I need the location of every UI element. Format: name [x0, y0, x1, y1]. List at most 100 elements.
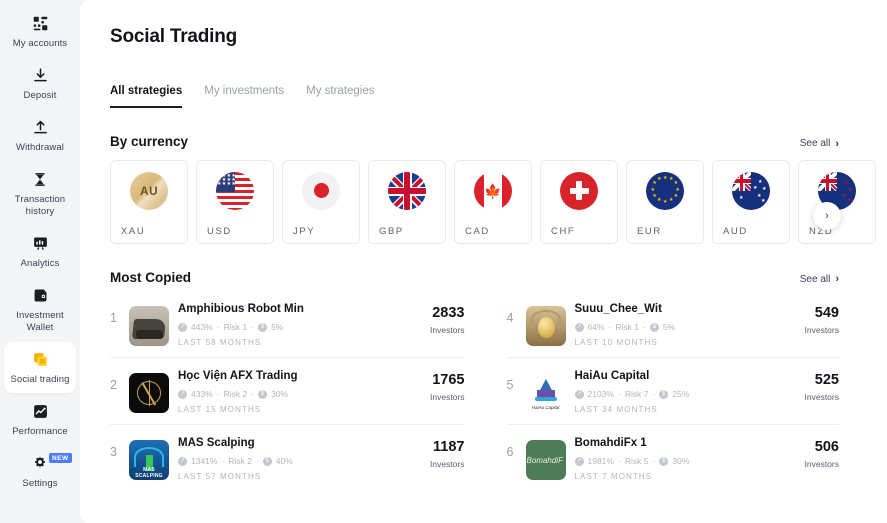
tab-my-strategies[interactable]: My strategies	[306, 85, 374, 108]
sidebar-item-label: Transaction history	[6, 194, 74, 218]
european-union-flag-icon: ★ ★ ★ ★ ★ ★ ★ ★ ★ ★ ★ ★	[646, 172, 684, 210]
separator: ·	[652, 389, 655, 399]
currency-code: AUD	[713, 226, 748, 237]
strategy-fee: 5%	[271, 322, 283, 332]
strategy-row[interactable]: 1 Amphibious Robot Min ↗ 443% · Risk 1	[110, 291, 465, 358]
strategy-name: Học Viện AFX Trading	[178, 369, 421, 384]
strategy-risk: Risk 2	[224, 389, 248, 399]
strategy-period: LAST 58 MONTHS	[178, 338, 421, 347]
sidebar-item-label: Social trading	[11, 374, 70, 386]
strategy-period: LAST 34 MONTHS	[575, 405, 796, 414]
sidebar-item-settings[interactable]: NEW Settings	[4, 446, 76, 497]
strategy-fee: 25%	[672, 389, 689, 399]
strategy-stats: ↗ 1981% · Risk 5 · $ 30%	[575, 456, 796, 466]
amphibious-robot-avatar	[129, 306, 169, 346]
download-icon	[32, 65, 49, 85]
sidebar-item-analytics[interactable]: Analytics	[4, 226, 76, 277]
strategy-stats: ↗ 1341% · Risk 2 · $ 40%	[178, 456, 421, 466]
tab-all-strategies[interactable]: All strategies	[110, 85, 182, 108]
japan-flag-icon	[302, 172, 340, 210]
separator: ·	[618, 456, 621, 466]
strategy-row[interactable]: 4 Suuu_Chee_Wit ↗ 64% · Risk 1 ·	[507, 291, 840, 358]
fee-icon: $	[659, 390, 668, 399]
fee-icon: $	[263, 457, 272, 466]
strategy-period: LAST 7 MONTHS	[575, 472, 796, 481]
currency-card-chf[interactable]: CHF	[540, 160, 618, 244]
sidebar-item-my-accounts[interactable]: My accounts	[4, 6, 76, 57]
strategy-risk: Risk 5	[625, 456, 649, 466]
currency-card-xau[interactable]: AU XAU	[110, 160, 188, 244]
investors-label: Investors	[430, 392, 465, 402]
strategy-risk: Risk 1	[224, 322, 248, 332]
strategy-investors-count: 1765	[430, 372, 465, 389]
strategy-fee: 30%	[672, 456, 689, 466]
fee-icon: $	[659, 457, 668, 466]
currency-card-gbp[interactable]: GBP	[368, 160, 446, 244]
most-copied-grid: 1 Amphibious Robot Min ↗ 443% · Risk 1	[110, 291, 863, 491]
sidebar-item-label: Settings	[22, 478, 57, 490]
strategy-stats: ↗ 443% · Risk 1 · $ 5%	[178, 322, 421, 332]
canada-flag-icon: 🍁	[474, 172, 512, 210]
currency-code: EUR	[627, 226, 662, 237]
sidebar-item-social-trading[interactable]: Social trading	[4, 342, 76, 393]
strategy-stats: ↗ 2103% · Risk 7 · $ 25%	[575, 389, 796, 399]
currency-card-aud[interactable]: ★ ★ ★ ★ ★ ★ AUD	[712, 160, 790, 244]
strategy-rank: 1	[110, 302, 120, 325]
currency-code: USD	[197, 226, 232, 237]
grid-icon	[32, 13, 49, 33]
sidebar-item-label: Investment Wallet	[6, 310, 74, 334]
hoc-vien-afx-avatar	[129, 373, 169, 413]
currency-card-nzd[interactable]: ★ ★ ★ ★ NZD	[798, 160, 876, 244]
strategy-period: LAST 10 MONTHS	[575, 338, 796, 347]
currency-code: GBP	[369, 226, 404, 237]
currency-code: JPY	[283, 226, 315, 237]
strategy-investors-count: 506	[805, 439, 840, 456]
currency-card-eur[interactable]: ★ ★ ★ ★ ★ ★ ★ ★ ★ ★ ★ ★	[626, 160, 704, 244]
sidebar-item-investment-wallet[interactable]: Investment Wallet	[4, 278, 76, 341]
currency-card-cad[interactable]: 🍁 CAD	[454, 160, 532, 244]
strategy-name: Suuu_Chee_Wit	[575, 302, 796, 317]
strategy-risk: Risk 7	[625, 389, 649, 399]
strategy-return: 2103%	[588, 389, 614, 399]
carousel-next-button[interactable]: ›	[813, 202, 841, 230]
strategy-row[interactable]: 5 HaiAu Capital HaiAu Capital ↗ 2103% · …	[507, 358, 840, 425]
united-kingdom-flag-icon	[388, 172, 426, 210]
investors-label: Investors	[430, 459, 465, 469]
strategy-risk: Risk 2	[228, 456, 252, 466]
tab-my-investments[interactable]: My investments	[204, 85, 284, 108]
strategy-rank: 2	[110, 369, 120, 392]
most-copied-see-all[interactable]: See all ›	[800, 273, 839, 285]
hourglass-icon	[32, 169, 48, 189]
upload-icon	[32, 117, 49, 137]
currency-card-usd[interactable]: ★★★★★★★★★★★★ USD	[196, 160, 274, 244]
sidebar-item-label: Analytics	[21, 258, 60, 270]
strategy-name: BomahdiFx 1	[575, 436, 796, 451]
sidebar-item-label: Performance	[12, 426, 67, 438]
sidebar-item-label: Deposit	[24, 90, 57, 102]
strategy-period: LAST 15 MONTHS	[178, 405, 421, 414]
sidebar-item-withdrawal[interactable]: Withdrawal	[4, 110, 76, 161]
australia-flag-icon: ★ ★ ★ ★ ★ ★	[732, 172, 770, 210]
presentation-chart-icon	[32, 233, 49, 253]
strategy-return: 433%	[191, 389, 213, 399]
strategy-name: HaiAu Capital	[575, 369, 796, 384]
sidebar: My accounts Deposit Withdrawal	[0, 0, 80, 523]
strategy-stats: ↗ 64% · Risk 1 · $ 5%	[575, 322, 796, 332]
sidebar-item-label: Withdrawal	[16, 142, 64, 154]
currency-code: XAU	[111, 226, 145, 237]
separator: ·	[643, 322, 646, 332]
separator: ·	[652, 456, 655, 466]
sidebar-item-transaction-history[interactable]: Transaction history	[4, 162, 76, 225]
strategy-row[interactable]: 3 MAS SCALPING MAS Scalping ↗ 1341% · Ri…	[110, 425, 465, 491]
return-icon: ↗	[575, 323, 584, 332]
sidebar-item-deposit[interactable]: Deposit	[4, 58, 76, 109]
separator: ·	[251, 322, 254, 332]
by-currency-see-all[interactable]: See all ›	[800, 138, 839, 150]
return-icon: ↗	[178, 323, 187, 332]
strategy-row[interactable]: 2 Học Viện AFX Trading ↗ 433% · Risk 2 ·…	[110, 358, 465, 425]
strategy-row[interactable]: 6 BomahdiF BomahdiFx 1 ↗ 1981% · Risk 5 …	[507, 425, 840, 491]
strategy-fee: 5%	[663, 322, 675, 332]
currency-card-jpy[interactable]: JPY	[282, 160, 360, 244]
sidebar-item-performance[interactable]: Performance	[4, 394, 76, 445]
investors-label: Investors	[805, 459, 840, 469]
